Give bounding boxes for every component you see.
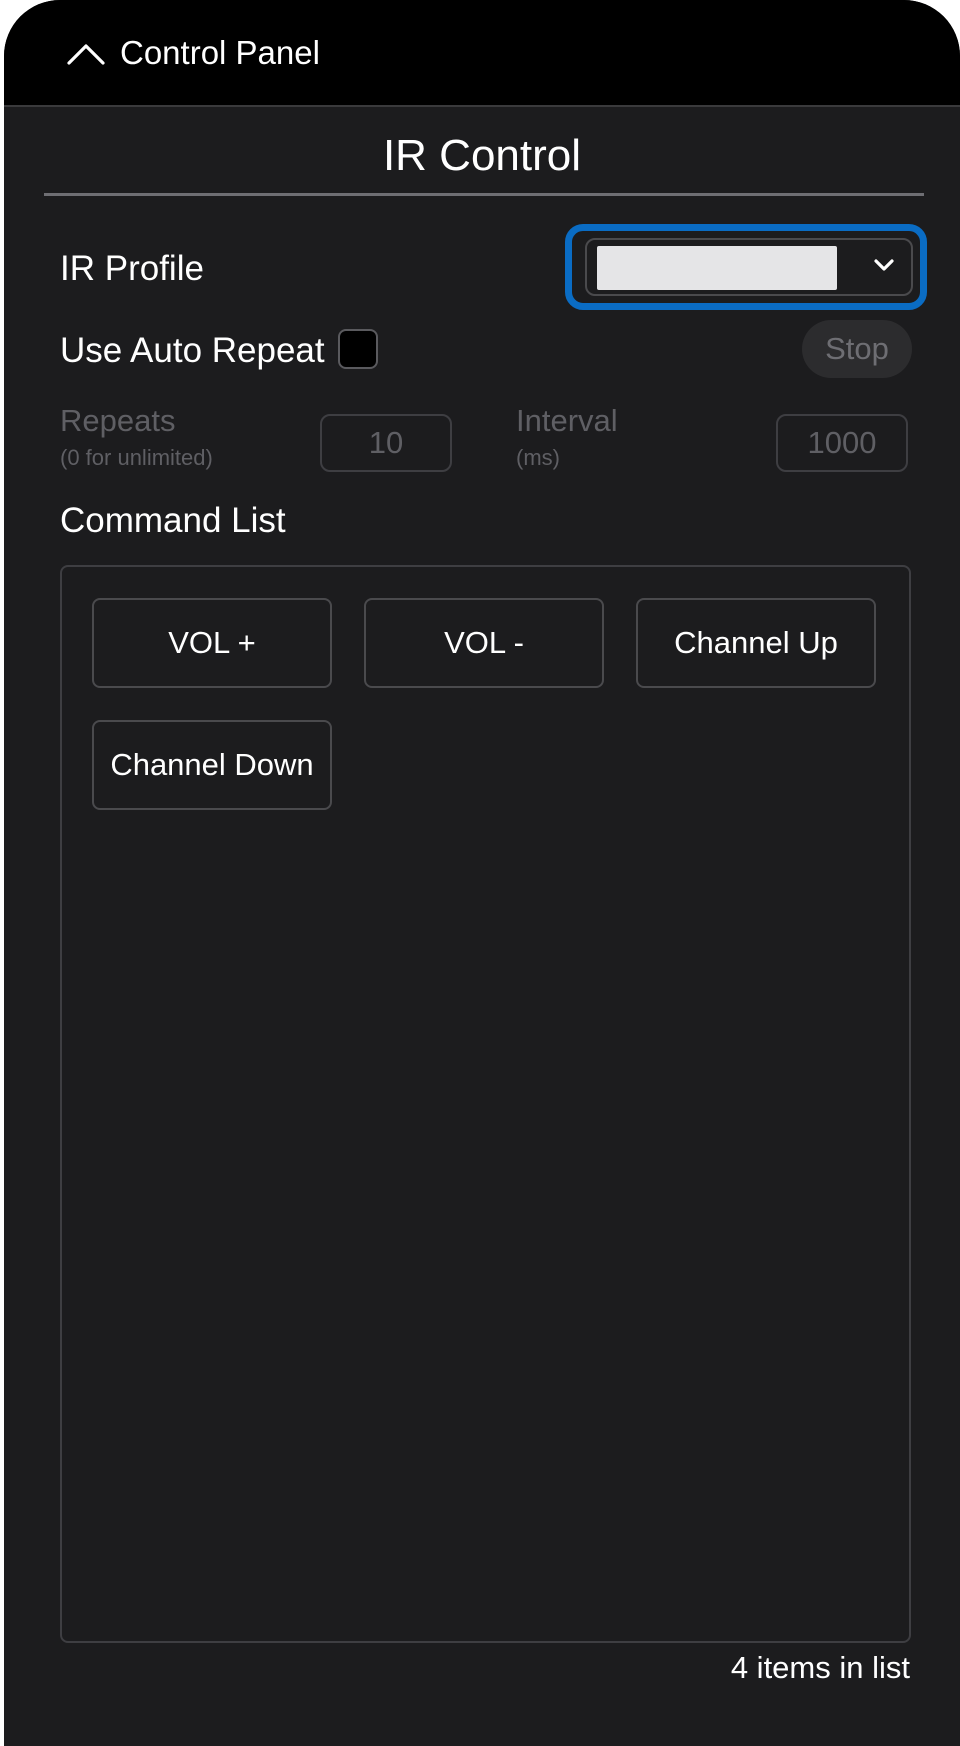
chevron-up-icon[interactable] — [66, 42, 106, 66]
auto-repeat-label: Use Auto Repeat — [60, 331, 325, 370]
title-divider — [44, 193, 924, 196]
interval-hint: (ms) — [516, 445, 560, 470]
ir-profile-label: IR Profile — [60, 249, 204, 288]
stop-button[interactable]: Stop — [802, 320, 912, 378]
command-list: VOL + VOL - Channel Up Channel Down — [60, 565, 911, 1643]
interval-label: Interval — [516, 403, 618, 438]
control-panel-header[interactable]: Control Panel — [4, 0, 960, 107]
auto-repeat-checkbox[interactable] — [338, 329, 378, 369]
chevron-down-icon — [874, 259, 894, 271]
command-button-channel-up[interactable]: Channel Up — [636, 598, 876, 688]
repeats-input[interactable]: 10 — [320, 414, 452, 472]
control-panel: Control Panel IR Control IR Profile Use … — [4, 0, 960, 1746]
control-panel-title: Control Panel — [120, 34, 320, 71]
command-button-vol-down[interactable]: VOL - — [364, 598, 604, 688]
command-list-label: Command List — [60, 501, 286, 540]
ir-profile-select[interactable] — [585, 238, 913, 296]
repeats-hint: (0 for unlimited) — [60, 445, 213, 470]
section-title: IR Control — [382, 131, 582, 180]
ir-profile-selected-value — [597, 246, 837, 290]
interval-input[interactable]: 1000 — [776, 414, 908, 472]
command-button-vol-up[interactable]: VOL + — [92, 598, 332, 688]
list-item-count: 4 items in list — [730, 1650, 910, 1685]
command-button-channel-down[interactable]: Channel Down — [92, 720, 332, 810]
repeats-label: Repeats — [60, 403, 176, 438]
